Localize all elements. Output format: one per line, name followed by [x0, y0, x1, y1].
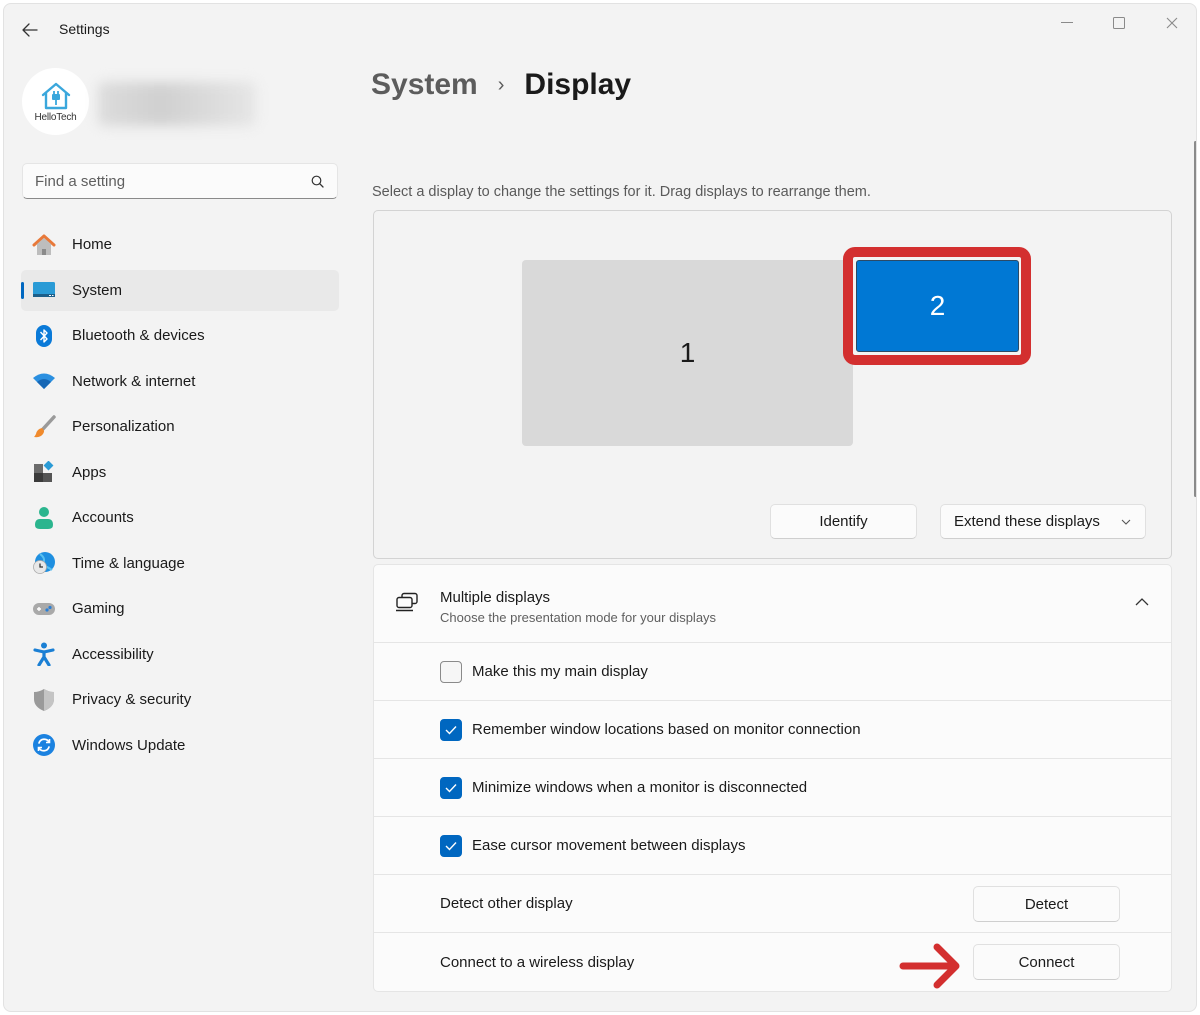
sidebar-item-personalization[interactable]: Personalization: [21, 406, 339, 447]
option-label: Make this my main display: [472, 663, 648, 680]
sidebar-item-label: Bluetooth & devices: [72, 327, 205, 344]
sidebar-item-accessibility[interactable]: Accessibility: [21, 634, 339, 675]
sidebar-item-system[interactable]: System: [21, 269, 339, 311]
display-1-number: 1: [679, 337, 696, 368]
maximize-icon: [1113, 17, 1125, 29]
account-icon: [32, 506, 56, 530]
sidebar-item-label: Accessibility: [72, 645, 154, 663]
breadcrumb-parent[interactable]: System: [371, 68, 478, 102]
multiple-displays-title: Multiple displays: [440, 589, 551, 606]
sidebar-item-privacy[interactable]: Privacy & security: [21, 679, 339, 720]
ease-cursor-checkbox[interactable]: [440, 834, 462, 857]
minimize-windows-checkbox[interactable]: [440, 776, 462, 799]
breadcrumb: System › Display: [371, 68, 631, 102]
multiple-displays-section: Multiple displays Choose the presentatio…: [373, 564, 1172, 992]
bluetooth-icon: [32, 324, 56, 348]
minimize-icon: [1061, 22, 1073, 23]
annotation-arrow-icon: [899, 943, 960, 989]
page-title: Display: [524, 68, 632, 101]
maximize-button[interactable]: [1096, 8, 1142, 38]
time-language-icon: [32, 551, 56, 575]
sidebar-item-label: System: [72, 281, 123, 299]
sidebar-item-gaming[interactable]: Gaming: [21, 588, 339, 629]
arrangement-hint: Select a display to change the settings …: [372, 184, 871, 200]
back-button[interactable]: [18, 18, 42, 42]
sidebar-nav: Home System Bluetooth & devices Network …: [21, 224, 339, 770]
minimize-button[interactable]: [1044, 8, 1090, 38]
display-mode-dropdown[interactable]: Extend these displays: [940, 504, 1146, 539]
brush-icon: [32, 414, 56, 439]
avatar[interactable]: HelloTech: [22, 68, 89, 135]
sidebar-item-network[interactable]: Network & internet: [21, 361, 339, 402]
sidebar-item-label: Apps: [72, 463, 107, 481]
blurred-username: [98, 82, 256, 126]
checkmark-icon: [445, 725, 457, 735]
detect-button[interactable]: Detect: [973, 886, 1120, 922]
home-icon: [32, 233, 56, 257]
identify-button[interactable]: Identify: [770, 504, 917, 539]
system-icon: [32, 278, 56, 302]
update-icon: [32, 733, 56, 757]
checkmark-icon: [445, 783, 457, 793]
detect-label: Detect other display: [440, 895, 573, 912]
display-2[interactable]: 2: [856, 260, 1019, 352]
main-display-checkbox[interactable]: [440, 660, 462, 683]
multiple-displays-icon: [396, 592, 418, 612]
sidebar-item-apps[interactable]: Apps: [21, 452, 339, 493]
sidebar-item-home[interactable]: Home: [21, 224, 339, 265]
sidebar-item-label: Windows Update: [72, 736, 186, 754]
multiple-displays-header[interactable]: Multiple displays Choose the presentatio…: [374, 565, 1171, 643]
title-bar: Settings: [4, 4, 1196, 52]
sidebar-item-bluetooth[interactable]: Bluetooth & devices: [21, 315, 339, 356]
display-2-number: 2: [929, 290, 946, 321]
accessibility-icon: [32, 642, 56, 666]
breadcrumb-separator-icon: ›: [497, 73, 505, 96]
close-button[interactable]: [1149, 8, 1195, 38]
option-label: Minimize windows when a monitor is disco…: [472, 779, 808, 796]
sidebar-item-label: Time & language: [72, 554, 185, 572]
sidebar-item-label: Gaming: [72, 600, 125, 617]
gamepad-icon: [32, 597, 56, 621]
hellotech-logo-icon: [41, 82, 70, 109]
option-label: Remember window locations based on monit…: [472, 721, 861, 738]
option-label: Ease cursor movement between displays: [472, 837, 746, 854]
shield-icon: [32, 688, 56, 712]
option-row: Make this my main display: [374, 643, 1171, 701]
display-mode-value: Extend these displays: [954, 513, 1100, 530]
remember-window-locations-checkbox[interactable]: [440, 718, 462, 741]
multiple-displays-subtitle: Choose the presentation mode for your di…: [440, 610, 717, 625]
app-title: Settings: [59, 21, 110, 37]
display-arrangement-panel: 1 2 Identify Extend these displays: [373, 210, 1172, 559]
avatar-label: HelloTech: [34, 111, 77, 123]
sidebar-item-time-language[interactable]: Time & language: [21, 543, 339, 584]
wifi-icon: [32, 369, 56, 393]
connect-button[interactable]: Connect: [973, 944, 1120, 980]
back-arrow-icon: [22, 23, 38, 37]
search-input[interactable]: [35, 172, 309, 190]
display-1[interactable]: 1: [522, 260, 853, 446]
sidebar-item-label: Home: [72, 236, 113, 253]
close-icon: [1166, 17, 1178, 29]
settings-window: Settings HelloTech Find a setting Home S…: [3, 3, 1197, 1012]
search-icon[interactable]: [309, 173, 325, 189]
chevron-down-icon: [1121, 519, 1131, 525]
wireless-label: Connect to a wireless display: [440, 953, 635, 971]
sidebar-item-label: Personalization: [72, 418, 175, 435]
sidebar-item-windows-update[interactable]: Windows Update: [21, 725, 339, 766]
sidebar-item-accounts[interactable]: Accounts: [21, 497, 339, 538]
sidebar-item-label: Network & internet: [72, 372, 196, 390]
chevron-up-icon[interactable]: [1135, 597, 1149, 607]
sidebar-item-label: Accounts: [72, 509, 134, 526]
apps-icon: [32, 460, 56, 484]
detect-row: Detect other display Detect: [374, 875, 1171, 933]
scrollbar[interactable]: [1194, 141, 1196, 497]
option-row: Minimize windows when a monitor is disco…: [374, 759, 1171, 817]
option-row: Ease cursor movement between displays: [374, 817, 1171, 875]
sidebar-item-label: Privacy & security: [72, 691, 192, 708]
wireless-row: Connect to a wireless display Connect: [374, 933, 1171, 991]
search-box[interactable]: [22, 163, 338, 199]
option-row: Remember window locations based on monit…: [374, 701, 1171, 759]
checkmark-icon: [445, 841, 457, 851]
